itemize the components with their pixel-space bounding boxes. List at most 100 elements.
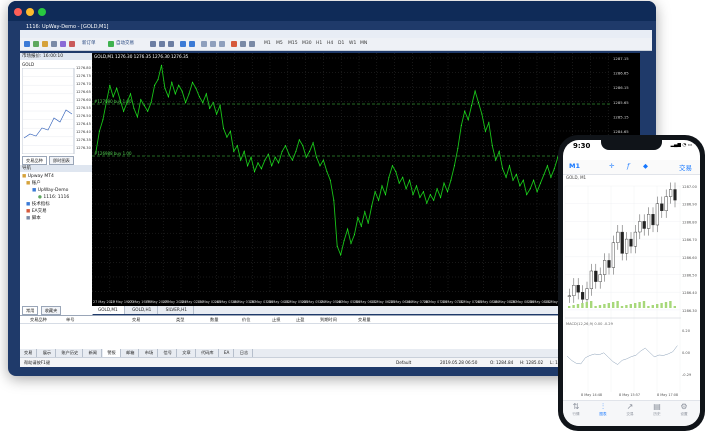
col-volume-total[interactable]: 交易量 [358,316,371,323]
auto-trading-icon[interactable] [108,41,114,47]
status-high: H: 1285.02 [520,360,544,365]
price-point [509,165,510,167]
maximize-window-button[interactable] [38,8,46,16]
nav-settings[interactable]: ⚙ 设置 [673,402,695,417]
tab-symbols[interactable]: 交易品种 [22,156,47,165]
timeframe-mn[interactable]: MN [360,40,367,48]
market-watch-icon[interactable] [42,41,48,47]
autoscroll-icon[interactable] [210,41,216,47]
candle [646,214,651,229]
nav-item-scripts[interactable]: ■ 脚本 [26,215,41,222]
timeframe-w1[interactable]: W1 [349,40,356,48]
nav-item-account-1116[interactable]: ● 1116: 1116 [38,194,69,201]
col-type[interactable]: 类型 [176,316,184,323]
crosshair-icon[interactable]: ✛ [609,162,614,170]
terminal-icon[interactable] [60,41,66,47]
mobile-chart-toolbar: M1 ✛ f ◆ 交易 [563,160,700,175]
tab-favorites[interactable]: 收藏夹 [40,306,62,315]
indicator-level-label: 0.00 [682,351,691,355]
col-price[interactable]: 价位 [242,316,250,323]
candle [589,270,593,289]
nav-item-indicators[interactable]: ■ 技术指标 [26,201,50,208]
tab-tick-chart[interactable]: 即时图表 [49,156,74,165]
line-chart-icon[interactable] [168,41,174,47]
auto-trading-button[interactable]: 自动交易 [116,40,134,48]
col-sl[interactable]: 止损 [272,316,280,323]
timeframe-m1[interactable]: M1 [264,40,271,48]
new-chart-icon[interactable] [24,41,30,47]
terminal-tab-code-base[interactable]: 代码库 [197,349,219,357]
price-point [309,150,311,152]
quotes-icon: ⇅ [572,402,580,411]
nav-label: EA交易 [31,209,47,214]
chart-shift-icon[interactable] [219,41,225,47]
col-symbol[interactable]: 交易品种 [30,316,47,323]
script-icon: ■ [26,216,31,221]
indicator-f-icon[interactable]: f [627,162,629,170]
mobile-trade-button[interactable]: 交易 [679,162,692,172]
nav-history[interactable]: ▤ 历史 [646,402,668,417]
mobile-candle-chart[interactable]: 1287.00 1286.90 1286.80 1286.70 1286.60 1286.… [563,180,700,398]
indicators-icon[interactable] [231,41,237,47]
terminal-tab-news[interactable]: 新闻 [85,349,102,357]
terminal-tab-articles[interactable]: 文章 [178,349,196,357]
timeframe-h4[interactable]: H4 [327,40,333,48]
new-order-button[interactable]: 新订单 [82,40,96,48]
col-volume[interactable]: 数量 [210,316,218,323]
terminal-tab-mailbox[interactable]: 邮箱 [122,349,140,357]
strategy-tester-icon[interactable] [69,41,75,47]
price-point [285,145,286,147]
volume-bar [594,306,597,308]
zoom-out-icon[interactable] [189,41,195,47]
price-point [154,84,156,86]
nav-quotes-label: 行情 [572,412,580,416]
nav-chart[interactable]: ⫶ 图表 [592,402,614,417]
terminal-tab-trade[interactable]: 交易 [20,349,38,357]
col-trade[interactable]: 交易 [132,316,140,323]
volume-bar [585,302,588,308]
timeframe-d1[interactable]: D1 [338,40,344,48]
timeframe-m15[interactable]: M15 [288,40,298,48]
nav-trade[interactable]: ↗ 交易 [619,402,641,417]
navigator-icon[interactable] [51,41,57,47]
candlestick-icon[interactable] [159,41,165,47]
nav-item-upway-demo[interactable]: ■ UpWay-Demo [32,187,68,194]
tab-common[interactable]: 常用 [22,306,39,315]
bar-chart-icon[interactable] [150,41,156,47]
terminal-tab-exposure[interactable]: 展示 [39,349,57,357]
chart-tab-gold-h1[interactable]: GOLD,H1 [126,306,159,314]
price-point [440,196,442,198]
objects-icon[interactable]: ◆ [643,162,648,170]
tile-windows-icon[interactable] [201,41,207,47]
terminal-tab-signals[interactable]: 信号 [160,349,177,357]
nav-item-upway-mt4[interactable]: ■ Upway MT4 [22,173,54,180]
templates-icon[interactable] [249,41,255,47]
col-tp[interactable]: 止盈 [296,316,304,323]
profiles-icon[interactable] [33,41,39,47]
chart-tab-silver-h1[interactable]: SILVER,H1 [160,306,194,314]
periods-icon[interactable] [240,41,246,47]
mobile-timeframe-button[interactable]: M1 [569,162,580,170]
minimize-window-button[interactable] [26,8,34,16]
terminal-tab-journal[interactable]: 日志 [236,349,254,357]
col-ticket[interactable]: 单号 [66,316,74,323]
zoom-in-icon[interactable] [180,41,186,47]
nav-item-accounts[interactable]: ■ 账户 [26,180,41,187]
timeframe-m30[interactable]: M30 [302,40,312,48]
terminal-tab-experts[interactable]: EA [220,349,235,357]
terminal-tab-alerts[interactable]: 警报 [103,349,121,357]
nav-quotes[interactable]: ⇅ 行情 [565,402,587,417]
col-expiry[interactable]: 到期时间 [320,316,337,323]
price-point [336,245,338,247]
price-point [543,173,545,175]
folder-icon: ■ [26,181,31,186]
price-point [171,81,173,83]
timeframe-h1[interactable]: H1 [316,40,322,48]
terminal-tab-market[interactable]: 市场 [141,349,159,357]
chart-tab-gold-m1[interactable]: GOLD,M1 [92,306,125,314]
nav-item-expert-advisors[interactable]: ■ EA交易 [26,208,47,215]
market-watch-symbol[interactable]: GOLD [22,62,34,67]
close-window-button[interactable] [14,8,22,16]
timeframe-m5[interactable]: M5 [276,40,283,48]
terminal-tab-history[interactable]: 账户历史 [57,349,84,357]
